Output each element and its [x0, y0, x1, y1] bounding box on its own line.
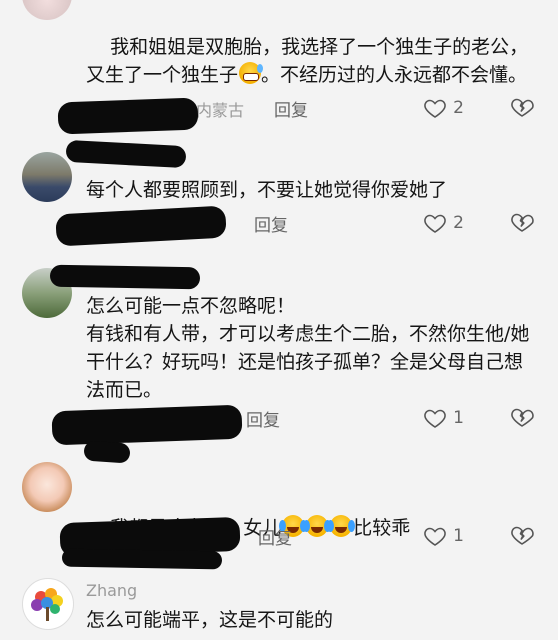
broken-heart-icon: [511, 213, 534, 232]
like-button[interactable]: 2: [423, 94, 464, 122]
tree-logo-icon: [31, 588, 63, 621]
like-button[interactable]: 2: [423, 209, 464, 237]
dislike-button[interactable]: [510, 95, 534, 123]
redaction-mark: [61, 548, 223, 570]
redaction-mark: [83, 440, 131, 464]
like-button[interactable]: 1: [423, 404, 464, 432]
location-text: 内蒙古: [196, 101, 245, 120]
comment-text: 每个人都要照顾到，不要让她觉得你爱她了: [86, 179, 448, 201]
heart-outline-icon: [424, 527, 446, 546]
avatar[interactable]: [22, 578, 74, 630]
dislike-button[interactable]: [510, 405, 534, 433]
reply-button[interactable]: 回复: [274, 96, 308, 121]
like-button[interactable]: 1: [423, 522, 464, 550]
heart-outline-icon: [424, 409, 446, 428]
comment-text: 怎么可能端平，这是不可能的: [86, 609, 334, 631]
avatar[interactable]: [22, 462, 72, 512]
like-count: 1: [453, 526, 464, 546]
heart-outline-icon: [424, 214, 446, 233]
redaction-mark: [57, 97, 199, 135]
broken-heart-icon: [511, 98, 534, 117]
reply-button[interactable]: 回复: [254, 211, 288, 236]
reply-button[interactable]: 回复: [246, 406, 280, 431]
broken-heart-icon: [511, 526, 534, 545]
avatar[interactable]: [22, 152, 72, 202]
username[interactable]: Zhang: [86, 581, 137, 600]
dislike-button[interactable]: [510, 523, 534, 551]
reply-button[interactable]: 回复: [258, 524, 292, 549]
like-count: 1: [453, 408, 464, 428]
avatar[interactable]: [22, 0, 72, 20]
heart-outline-icon: [424, 99, 446, 118]
grinning-sweat-emoji-icon: [239, 62, 264, 84]
redaction-mark: [55, 205, 227, 247]
like-count: 2: [453, 98, 464, 118]
dislike-button[interactable]: [510, 210, 534, 238]
redaction-mark: [51, 404, 243, 446]
like-count: 2: [453, 213, 464, 233]
broken-heart-icon: [511, 408, 534, 427]
redaction-mark: [49, 264, 201, 290]
redaction-mark: [65, 139, 187, 169]
comment-text: 怎么可能一点不忽略呢！ 有钱和有人带，才可以考虑生个二胎，不然你生他/她干什么？…: [86, 295, 530, 401]
